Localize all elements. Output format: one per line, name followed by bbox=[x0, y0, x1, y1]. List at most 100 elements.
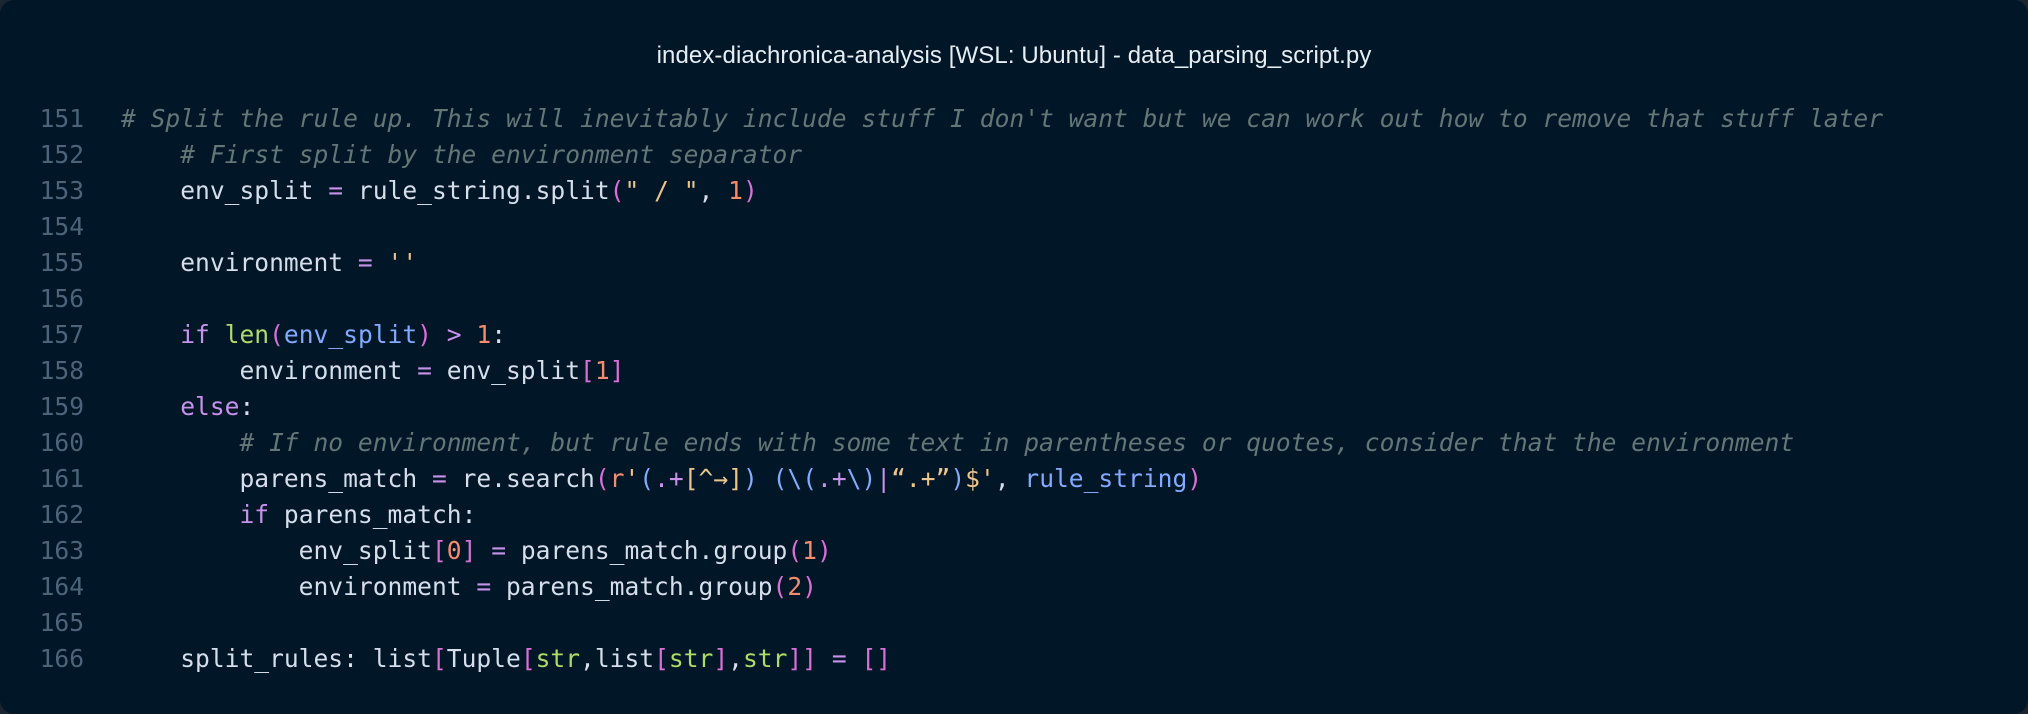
code-token: env_split bbox=[283, 320, 418, 349]
code-token: ( bbox=[772, 572, 788, 601]
code-token: “.+” bbox=[891, 464, 951, 493]
code-token: = bbox=[476, 572, 492, 601]
code-token: ) bbox=[802, 572, 817, 601]
code-token: " bbox=[668, 176, 699, 205]
line-code: parens_match = re.search(r'(.+[^→]) (\(.… bbox=[84, 461, 1202, 497]
window-titlebar: index-diachronica-analysis [WSL: Ubuntu]… bbox=[0, 0, 2028, 112]
code-line[interactable]: 163 env_split[0] = parens_match.group(1) bbox=[0, 533, 2028, 569]
code-token: group bbox=[698, 572, 773, 601]
code-token: str bbox=[535, 644, 581, 673]
code-token: [ bbox=[520, 644, 536, 673]
code-line[interactable]: 156 bbox=[0, 281, 2028, 317]
code-token: 1 bbox=[728, 176, 743, 205]
code-line[interactable]: 162 if parens_match: bbox=[0, 497, 2028, 533]
code-line[interactable]: 160 # If no environment, but rule ends w… bbox=[0, 425, 2028, 461]
code-token: \) bbox=[846, 464, 877, 493]
code-token: : bbox=[491, 320, 507, 349]
line-number: 154 bbox=[39, 212, 84, 241]
line-number: 164 bbox=[39, 572, 84, 601]
line-number: 157 bbox=[39, 320, 84, 349]
code-token: = bbox=[357, 248, 373, 277]
code-token: ( bbox=[269, 320, 284, 349]
line-number: 155 bbox=[39, 248, 84, 277]
code-token: = bbox=[417, 356, 432, 385]
line-number: 166 bbox=[39, 644, 84, 673]
code-token: len bbox=[224, 320, 270, 349]
code-line[interactable]: 153 env_split = rule_string.split(" / ",… bbox=[0, 173, 2028, 209]
line-number: 165 bbox=[39, 608, 84, 637]
code-token: # First split by the environment separat… bbox=[121, 140, 803, 169]
code-token: Tuple bbox=[446, 644, 521, 673]
code-token: 1 bbox=[476, 320, 492, 349]
code-token: ) bbox=[950, 464, 966, 493]
code-token: ) bbox=[816, 536, 832, 565]
code-token: , bbox=[698, 176, 729, 205]
code-token: , bbox=[728, 644, 743, 673]
code-token: [ bbox=[580, 356, 595, 385]
code-token: [ bbox=[431, 536, 447, 565]
code-token: .+ bbox=[817, 464, 847, 493]
code-token: parens_match. bbox=[506, 536, 714, 565]
line-code: # Split the rule up. This will inevitabl… bbox=[84, 101, 1883, 137]
code-line[interactable]: 154 bbox=[0, 209, 2028, 245]
code-token: if bbox=[239, 500, 270, 529]
code-token: ( bbox=[787, 536, 803, 565]
line-code: if len(env_split) > 1: bbox=[84, 317, 506, 353]
line-number: 156 bbox=[39, 284, 84, 313]
code-line[interactable]: 165 bbox=[0, 605, 2028, 641]
code-token: ) bbox=[417, 320, 432, 349]
code-token: 0 bbox=[446, 536, 462, 565]
code-token: environment bbox=[121, 356, 418, 385]
line-code: # If no environment, but rule ends with … bbox=[84, 425, 1794, 461]
code-line[interactable]: 166 split_rules: list[Tuple[str,list[str… bbox=[0, 641, 2028, 677]
line-number: 163 bbox=[39, 536, 84, 565]
line-code: if parens_match: bbox=[84, 497, 476, 533]
code-token: ( bbox=[639, 464, 655, 493]
line-number: 162 bbox=[39, 500, 84, 529]
code-line[interactable]: 164 environment = parens_match.group(2) bbox=[0, 569, 2028, 605]
code-token: # If no environment, but rule ends with … bbox=[121, 428, 1795, 457]
code-token: # Split the rule up. This will inevitabl… bbox=[121, 104, 1883, 133]
code-token: parens_match. bbox=[491, 572, 699, 601]
code-token: [ bbox=[683, 464, 699, 493]
code-token: = bbox=[491, 536, 507, 565]
line-code: env_split[0] = parens_match.group(1) bbox=[84, 533, 832, 569]
code-token: if bbox=[180, 320, 210, 349]
code-token: r bbox=[609, 464, 625, 493]
code-token: [ bbox=[431, 644, 447, 673]
line-number: 151 bbox=[39, 104, 84, 133]
line-number: 152 bbox=[39, 140, 84, 169]
line-code: # First split by the environment separat… bbox=[84, 137, 802, 173]
code-line[interactable]: 161 parens_match = re.search(r'(.+[^→]) … bbox=[0, 461, 2028, 497]
code-token: " bbox=[624, 176, 655, 205]
code-token: split_rules: list bbox=[121, 644, 432, 673]
code-line[interactable]: 158 environment = env_split[1] bbox=[0, 353, 2028, 389]
code-token: = bbox=[328, 176, 344, 205]
code-line[interactable]: 152 # First split by the environment sep… bbox=[0, 137, 2028, 173]
code-token: 1 bbox=[594, 356, 610, 385]
code-editor[interactable]: 151 # Split the rule up. This will inevit… bbox=[0, 101, 2028, 677]
code-line[interactable]: 157 if len(env_split) > 1: bbox=[0, 317, 2028, 353]
code-token: $' bbox=[965, 464, 995, 493]
code-line[interactable]: 151 # Split the rule up. This will inevit… bbox=[0, 101, 2028, 137]
code-line[interactable]: 155 environment = '' bbox=[0, 245, 2028, 281]
code-token: search bbox=[506, 464, 595, 493]
code-token: ( bbox=[594, 464, 610, 493]
code-line[interactable]: 159 else: bbox=[0, 389, 2028, 425]
code-token: [ bbox=[654, 644, 669, 673]
code-token: rule_string. bbox=[343, 176, 536, 205]
code-token: ] bbox=[609, 356, 625, 385]
code-token: ]] bbox=[787, 644, 817, 673]
code-token: / bbox=[654, 176, 669, 205]
code-token: group bbox=[713, 536, 788, 565]
code-token: ( bbox=[609, 176, 625, 205]
